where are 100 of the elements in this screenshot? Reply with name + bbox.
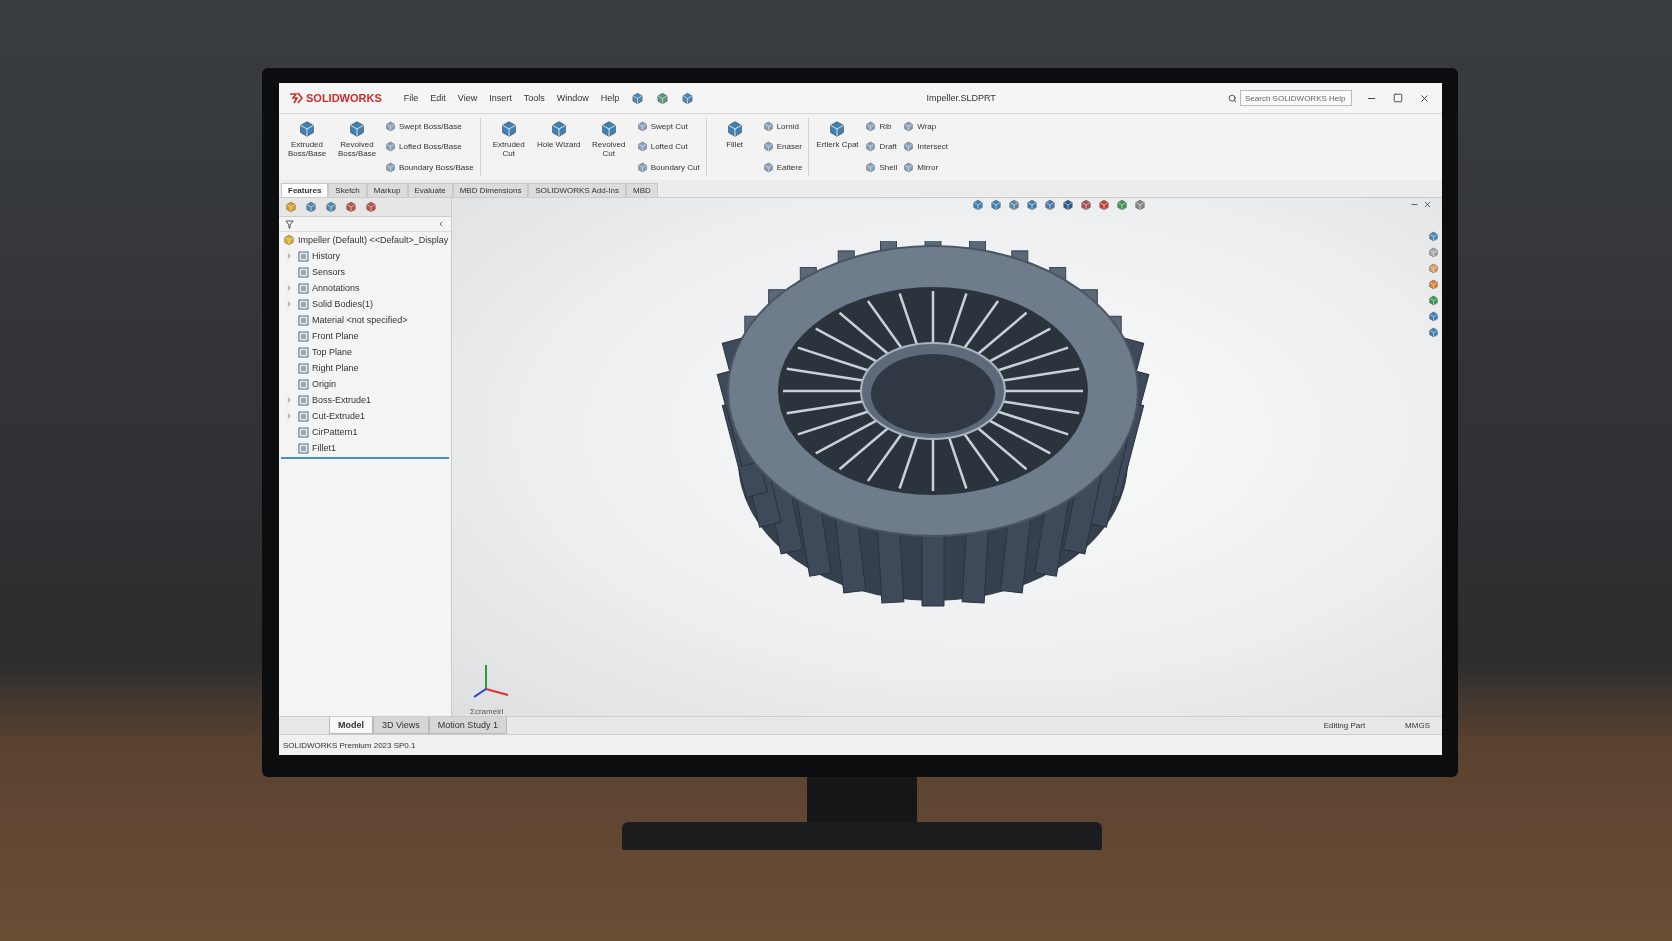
ribbon-button[interactable]: Draft <box>865 141 898 153</box>
search-field[interactable]: Search SOLIDWORKS Help <box>1240 90 1352 106</box>
cube-icon <box>1008 198 1020 211</box>
ribbon-button[interactable]: Mirror <box>903 162 948 174</box>
units-selector[interactable]: MMGS <box>1405 721 1430 730</box>
ribbon-tab[interactable]: MBD <box>626 183 658 197</box>
cube-icon <box>305 201 317 213</box>
cube-icon <box>636 141 648 153</box>
ribbon-tab[interactable]: Markup <box>366 183 408 197</box>
cube-icon <box>1427 311 1439 322</box>
menu-item[interactable]: View <box>457 93 478 103</box>
tree-item[interactable]: Impeller (Default) <<Default>_Display <box>279 232 451 248</box>
ribbon-button[interactable]: Boundary Boss/Base <box>385 162 474 174</box>
ribbon-button[interactable]: Boundary Cut <box>636 162 700 174</box>
square-icon <box>298 410 309 422</box>
collapse-icon <box>437 220 445 228</box>
cube-icon <box>972 198 984 211</box>
tree-item[interactable]: Origin <box>279 376 451 392</box>
ribbon-button[interactable]: Hole Wizard <box>536 116 581 178</box>
square-icon <box>298 362 309 374</box>
cube-icon <box>1098 198 1110 211</box>
ribbon-button[interactable]: Extruded Cut <box>486 116 531 178</box>
ribbon-button[interactable]: Lofted Cut <box>636 141 700 153</box>
view-label: Σcrameiri <box>470 707 505 716</box>
tree-item[interactable]: Right Plane <box>279 360 451 376</box>
menu-item[interactable]: Window <box>556 93 589 103</box>
tree-item[interactable]: Sensors <box>279 264 451 280</box>
close-icon <box>1419 92 1430 104</box>
square-icon <box>298 298 309 310</box>
ribbon-button[interactable]: Wrap <box>903 120 948 132</box>
ribbon-button[interactable]: Fillet <box>712 116 757 178</box>
model-tab[interactable]: Model <box>329 717 373 734</box>
menu-item[interactable]: File <box>403 93 419 103</box>
menu-item[interactable]: Edit <box>430 93 446 103</box>
ribbon-button[interactable]: Revolved Cut <box>586 116 631 178</box>
tree-item[interactable]: History <box>279 248 451 264</box>
cube-icon <box>990 198 1002 211</box>
tree-item[interactable]: Annotations <box>279 280 451 296</box>
ribbon-button[interactable]: Lornid <box>762 120 803 132</box>
menu-item[interactable]: Tools <box>523 93 545 103</box>
tree-item[interactable]: Boss-Extrude1 <box>279 392 451 408</box>
ribbon-button[interactable]: Ertlerk Cpat <box>815 116 860 178</box>
cube-icon <box>762 162 774 174</box>
cube-icon <box>1062 198 1074 211</box>
ribbon-tab[interactable]: Sketch <box>328 183 367 197</box>
model-tab[interactable]: 3D Views <box>373 717 429 734</box>
cube-icon <box>636 162 648 174</box>
square-icon <box>298 442 309 454</box>
tree-item[interactable]: CirPattern1 <box>279 424 451 440</box>
cube-icon <box>865 162 877 174</box>
cube-icon <box>549 120 568 138</box>
cube-icon <box>285 201 297 213</box>
cube-icon <box>1080 198 1092 211</box>
ribbon-button[interactable]: Extruded Boss/Base <box>285 116 329 178</box>
ribbon-button[interactable]: Lofted Boss/Base <box>385 141 474 153</box>
cube-icon <box>1427 295 1439 306</box>
cube-icon <box>1427 231 1439 242</box>
cube-icon <box>1427 279 1439 290</box>
cube-icon <box>903 141 915 153</box>
status-mode: Editing Part <box>1323 721 1366 730</box>
version-text: SOLIDWORKS Premium 2023 SP0.1 <box>283 740 416 750</box>
cube-icon <box>345 201 357 213</box>
ribbon-button[interactable]: Intersect <box>903 141 948 153</box>
ribbon-tab[interactable]: SOLIDWORKS Add-Ins <box>528 183 627 197</box>
ribbon-tab[interactable]: Evaluate <box>407 183 453 197</box>
cube-icon <box>599 120 618 138</box>
ribbon-button[interactable]: Rib <box>865 120 898 132</box>
ribbon-button[interactable]: Revolved Boss/Base <box>335 116 379 178</box>
ribbon-button[interactable]: Eattere <box>762 162 803 174</box>
cube-icon <box>1427 247 1439 258</box>
tree-item[interactable]: Solid Bodies(1) <box>279 296 451 312</box>
model-tab[interactable]: Motion Study 1 <box>428 717 507 734</box>
cube-icon <box>762 141 774 153</box>
cube-icon <box>725 120 744 138</box>
tree-item[interactable]: Material <not specified> <box>279 312 451 328</box>
filter-icon <box>285 219 294 229</box>
square-icon <box>298 394 309 406</box>
ribbon-button[interactable]: Swept Boss/Base <box>385 120 474 132</box>
cube-icon <box>1116 198 1128 211</box>
cube-icon <box>298 120 316 138</box>
tree-item[interactable]: Fillet1 <box>279 440 451 456</box>
tree-item[interactable]: Cut-Extrude1 <box>279 408 451 424</box>
ribbon-button[interactable]: Shell <box>865 162 898 174</box>
cube-icon <box>631 91 645 105</box>
menu-item[interactable]: Insert <box>489 93 512 103</box>
maximize-button[interactable] <box>1391 91 1405 105</box>
tree-item[interactable]: Top Plane <box>279 344 451 360</box>
cube-icon <box>903 162 915 174</box>
ribbon-button[interactable]: Swept Cut <box>636 120 700 132</box>
tree-item[interactable]: Front Plane <box>279 328 451 344</box>
ribbon-tab[interactable]: Features <box>281 183 329 197</box>
cube-icon <box>1427 327 1439 338</box>
square-icon <box>298 426 309 438</box>
cube-icon <box>325 201 337 213</box>
menu-item[interactable]: Help <box>600 93 620 103</box>
ribbon-button[interactable]: Enaser <box>762 141 803 153</box>
cube-icon <box>1044 198 1056 211</box>
cube-icon <box>762 120 774 132</box>
ribbon-tab[interactable]: MBD Dimensions <box>452 183 529 197</box>
cube-icon <box>365 201 377 213</box>
